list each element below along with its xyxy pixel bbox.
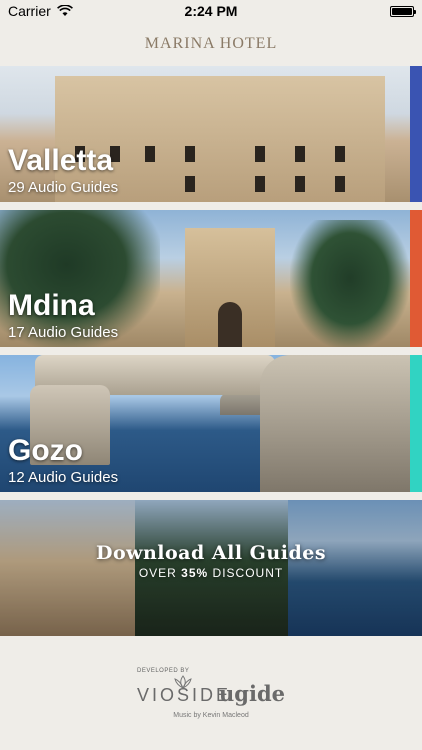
card-title: Gozo — [8, 434, 83, 467]
nav-header: MARINA HOTEL — [0, 22, 422, 66]
discount-prefix: OVER — [138, 566, 182, 580]
hotel-title: MARINA HOTEL — [144, 35, 278, 52]
lotus-icon — [174, 674, 192, 689]
status-bar: Carrier 2:24 PM — [0, 0, 422, 22]
status-left: Carrier — [8, 3, 73, 19]
discount-value: 35% — [181, 566, 209, 580]
card-text: Gozo 12 Audio Guides — [8, 434, 118, 486]
footer-logos: DEVELOPED BY VIOSIDE ugide — [137, 668, 285, 706]
footer: DEVELOPED BY VIOSIDE ugide Music by Kevi… — [0, 636, 422, 750]
card-title: Mdina — [8, 289, 95, 322]
card-subtitle: 17 Audio Guides — [8, 324, 119, 341]
card-subtitle: 12 Audio Guides — [8, 469, 119, 486]
discount-suffix: DISCOUNT — [208, 566, 284, 580]
download-subtitle: OVER 35% DISCOUNT — [0, 566, 422, 580]
music-credit: Music by Kevin Macleod — [173, 711, 249, 719]
card-title: Valletta — [8, 144, 114, 177]
card-text: Valletta 29 Audio Guides — [8, 144, 118, 196]
battery-icon — [390, 5, 416, 17]
ugide-logo: ugide — [219, 680, 285, 706]
far-cliff — [220, 393, 265, 415]
card-accent — [410, 355, 422, 492]
carrier-label: Carrier — [8, 3, 51, 19]
card-accent — [410, 66, 422, 202]
download-text: Download All Guides OVER 35% DISCOUNT — [0, 542, 422, 580]
download-title: Download All Guides — [95, 542, 327, 564]
vioside-logo: DEVELOPED BY VIOSIDE — [137, 668, 228, 706]
battery-fill — [392, 7, 412, 15]
card-mdina[interactable]: Mdina 17 Audio Guides — [0, 210, 422, 347]
card-valletta[interactable]: Valletta 29 Audio Guides — [0, 66, 422, 202]
cliff-right — [260, 355, 410, 492]
tree-right — [290, 220, 410, 347]
card-gozo[interactable]: Gozo 12 Audio Guides — [0, 355, 422, 492]
card-subtitle: 29 Audio Guides — [8, 179, 119, 196]
card-accent — [410, 210, 422, 347]
card-text: Mdina 17 Audio Guides — [8, 289, 118, 341]
download-all-button[interactable]: Download All Guides OVER 35% DISCOUNT — [0, 500, 422, 636]
wifi-icon — [56, 5, 73, 16]
mdina-arch — [218, 302, 242, 347]
